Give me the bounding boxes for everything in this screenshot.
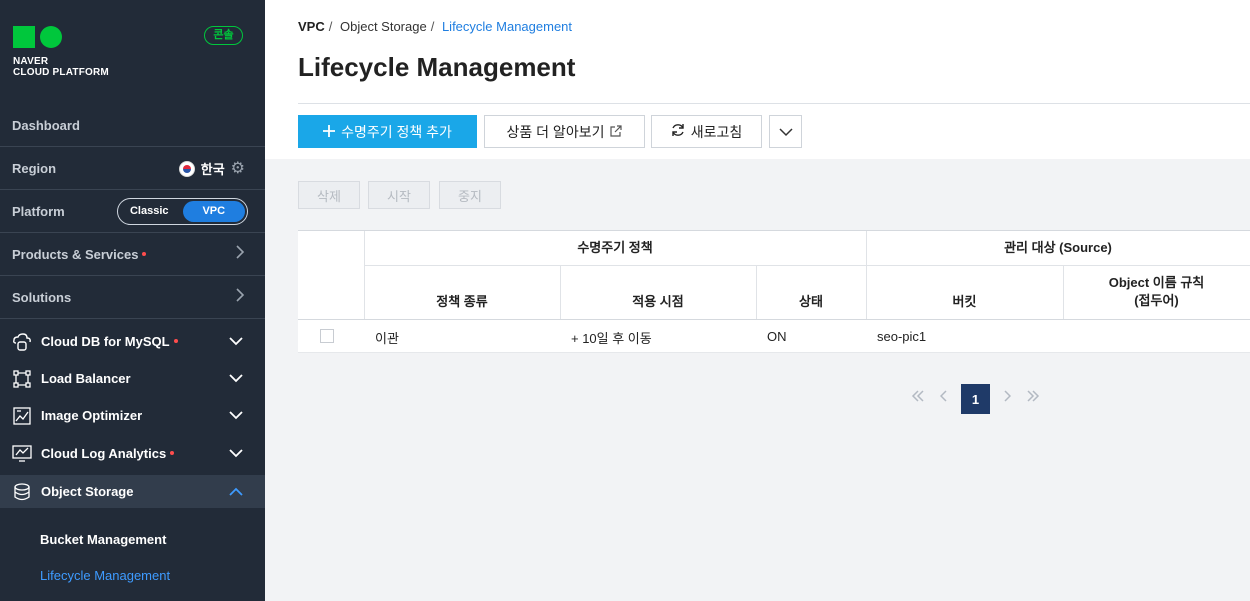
row-checkbox[interactable] — [320, 329, 334, 343]
service-label: Object Storage — [41, 484, 134, 499]
log-analytics-icon — [12, 444, 32, 464]
service-label: Load Balancer — [41, 371, 131, 386]
add-lifecycle-policy-button[interactable]: 수명주기 정책 추가 — [298, 115, 477, 148]
column-header-apply-time[interactable]: 적용 시점 — [560, 285, 756, 319]
sidebar-item-platform: Platform Classic VPC — [0, 191, 265, 233]
chevron-down-icon[interactable] — [229, 446, 243, 461]
column-header-status[interactable]: 상태 — [756, 285, 866, 319]
gear-icon[interactable]: ⚙ — [231, 160, 245, 177]
naver-cloud-logo[interactable]: NAVER CLOUD PLATFORM — [13, 26, 109, 78]
dashboard-label: Dashboard — [12, 118, 80, 133]
cloud-db-icon — [12, 332, 32, 352]
page-number-current[interactable]: 1 — [961, 384, 990, 414]
chevron-up-icon[interactable] — [229, 484, 243, 499]
platform-option-vpc[interactable]: VPC — [182, 201, 245, 222]
image-optimizer-icon — [12, 406, 32, 426]
load-balancer-icon — [12, 369, 32, 389]
sidebar-subitem-lifecycle-management[interactable]: Lifecycle Management — [40, 568, 170, 583]
service-label: Cloud DB for MySQL — [41, 334, 170, 349]
sidebar-item-load-balancer[interactable]: Load Balancer — [0, 361, 265, 396]
breadcrumb-item-vpc[interactable]: VPC — [298, 19, 325, 34]
breadcrumb: VPC / Object Storage / Lifecycle Managemen… — [298, 19, 573, 34]
next-page-icon[interactable] — [1003, 389, 1012, 407]
chevron-right-icon — [235, 245, 245, 264]
page-title: Lifecycle Management — [298, 52, 576, 82]
column-header-bucket[interactable]: 버킷 — [866, 285, 1063, 319]
sidebar-item-object-storage[interactable]: Object Storage — [0, 475, 265, 508]
sidebar: NAVER CLOUD PLATFORM 콘솔 Dashboard Region… — [0, 0, 265, 601]
prev-page-icon[interactable] — [939, 389, 948, 407]
sidebar-item-cloud-log-analytics[interactable]: Cloud Log Analytics — [0, 436, 265, 471]
console-badge[interactable]: 콘솔 — [204, 26, 243, 45]
platform-label: Platform — [12, 204, 65, 219]
sidebar-subitem-bucket-management[interactable]: Bucket Management — [40, 532, 166, 547]
external-link-icon — [610, 124, 623, 140]
start-button[interactable]: 시작 — [368, 181, 430, 209]
service-label: Cloud Log Analytics — [41, 446, 167, 461]
sidebar-item-products-services[interactable]: Products & Services — [0, 234, 265, 276]
new-dot-icon — [170, 450, 175, 455]
chevron-down-icon — [778, 124, 793, 140]
column-group-source: 관리 대상 (Source) — [1004, 240, 1112, 255]
cell-policy-type: 이관 — [375, 331, 399, 346]
service-label: Image Optimizer — [41, 408, 143, 423]
stop-button[interactable]: 중지 — [439, 181, 501, 209]
sidebar-item-dashboard[interactable]: Dashboard — [0, 105, 265, 147]
korea-flag-icon — [178, 160, 195, 177]
products-services-label: Products & Services — [12, 247, 139, 262]
sidebar-item-solutions[interactable]: Solutions — [0, 277, 265, 319]
delete-button[interactable]: 삭제 — [298, 181, 360, 209]
content-area — [265, 159, 1250, 601]
plus-icon — [323, 124, 336, 140]
column-header-object-prefix[interactable]: Object 이름 규칙 (접두어) — [1063, 269, 1250, 315]
new-dot-icon — [142, 251, 147, 256]
sidebar-item-cloud-db-mysql[interactable]: Cloud DB for MySQL — [0, 324, 265, 359]
platform-toggle[interactable]: Classic VPC — [117, 198, 248, 225]
breadcrumb-item-object-storage[interactable]: Object Storage — [340, 19, 427, 34]
refresh-label: 새로고침 — [690, 123, 743, 140]
chevron-right-icon — [235, 288, 245, 307]
column-group-lifecycle-policy: 수명주기 정책 — [577, 240, 653, 255]
main-content: VPC / Object Storage / Lifecycle Managemen… — [265, 0, 1250, 601]
lifecycle-policy-table: 수명주기 정책 관리 대상 (Source) 정책 종류 적용 시점 상태 버킷… — [298, 230, 1250, 353]
cell-apply-time: + 10일 후 이동 — [571, 331, 652, 346]
chevron-down-icon[interactable] — [229, 334, 243, 349]
last-page-icon[interactable] — [1026, 389, 1040, 407]
more-options-button[interactable] — [769, 115, 802, 148]
learn-more-button[interactable]: 상품 더 알아보기 — [484, 115, 645, 148]
first-page-icon[interactable] — [911, 389, 925, 407]
sidebar-item-region: Region 한국 ⚙ — [0, 148, 265, 190]
logo-mark-icon — [13, 26, 63, 48]
chevron-down-icon[interactable] — [229, 408, 243, 423]
cell-bucket: seo-pic1 — [877, 329, 927, 344]
logo-text: NAVER CLOUD PLATFORM — [13, 56, 109, 78]
object-storage-icon — [12, 482, 32, 502]
learn-more-label: 상품 더 알아보기 — [506, 123, 605, 140]
refresh-button[interactable]: 새로고침 — [651, 115, 762, 148]
solutions-label: Solutions — [12, 290, 72, 305]
region-label: Region — [12, 161, 57, 176]
breadcrumb-item-current[interactable]: Lifecycle Management — [442, 19, 572, 34]
column-header-policy-type[interactable]: 정책 종류 — [364, 285, 560, 319]
new-dot-icon — [173, 338, 178, 343]
add-policy-label: 수명주기 정책 추가 — [341, 123, 452, 140]
sidebar-item-image-optimizer[interactable]: Image Optimizer — [0, 398, 265, 433]
refresh-icon — [671, 123, 685, 140]
chevron-down-icon[interactable] — [229, 371, 243, 386]
cell-status: ON — [767, 329, 787, 344]
region-value[interactable]: 한국 — [201, 159, 225, 178]
platform-option-classic[interactable]: Classic — [118, 201, 181, 222]
divider — [298, 103, 1250, 104]
